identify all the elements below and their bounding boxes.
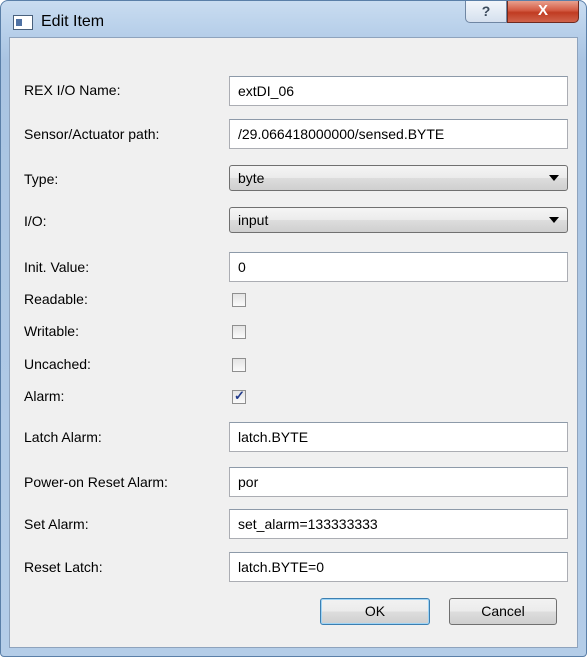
init-value-label: Init. Value: [24, 259, 90, 275]
sensor-path-input[interactable] [229, 119, 568, 149]
alarm-checkbox[interactable]: ✓ [232, 388, 246, 404]
chevron-down-icon [549, 175, 559, 181]
set-alarm-label: Set Alarm: [24, 516, 89, 532]
dialog-body: REX I/O Name: Sensor/Actuator path: Type… [9, 37, 578, 648]
uncached-checkbox[interactable] [232, 358, 246, 372]
chevron-down-icon [549, 217, 559, 223]
rex-io-name-input[interactable] [229, 76, 568, 106]
type-dropdown[interactable]: byte [229, 165, 568, 191]
writable-checkbox[interactable] [232, 325, 246, 339]
reset-latch-label: Reset Latch: [24, 559, 103, 575]
checkmark-icon: ✓ [234, 388, 245, 403]
cancel-button[interactable]: Cancel [449, 598, 557, 625]
reset-latch-input[interactable] [229, 552, 568, 582]
io-selected-value: input [238, 212, 269, 228]
ok-button[interactable]: OK [320, 598, 430, 625]
readable-checkbox[interactable] [232, 293, 246, 307]
init-value-input[interactable] [229, 252, 568, 282]
rex-io-name-label: REX I/O Name: [24, 82, 121, 98]
edit-item-window: Edit Item ? X REX I/O Name: Sensor/Actua… [0, 0, 587, 657]
power-on-reset-alarm-label: Power-on Reset Alarm: [24, 474, 168, 490]
help-button[interactable]: ? [465, 1, 507, 23]
window-icon [13, 15, 33, 30]
window-title: Edit Item [41, 13, 105, 30]
power-on-reset-alarm-input[interactable] [229, 467, 568, 497]
latch-alarm-label: Latch Alarm: [24, 429, 102, 445]
title-bar[interactable]: Edit Item ? X [1, 1, 586, 37]
sensor-path-label: Sensor/Actuator path: [24, 126, 160, 142]
io-dropdown[interactable]: input [229, 207, 568, 233]
latch-alarm-input[interactable] [229, 422, 568, 452]
readable-label: Readable: [24, 291, 88, 307]
io-label: I/O: [24, 213, 47, 229]
close-button[interactable]: X [507, 1, 579, 23]
type-label: Type: [24, 171, 59, 187]
alarm-label: Alarm: [24, 388, 65, 404]
set-alarm-input[interactable] [229, 509, 568, 539]
writable-label: Writable: [24, 323, 79, 339]
type-selected-value: byte [238, 170, 265, 186]
uncached-label: Uncached: [24, 356, 91, 372]
